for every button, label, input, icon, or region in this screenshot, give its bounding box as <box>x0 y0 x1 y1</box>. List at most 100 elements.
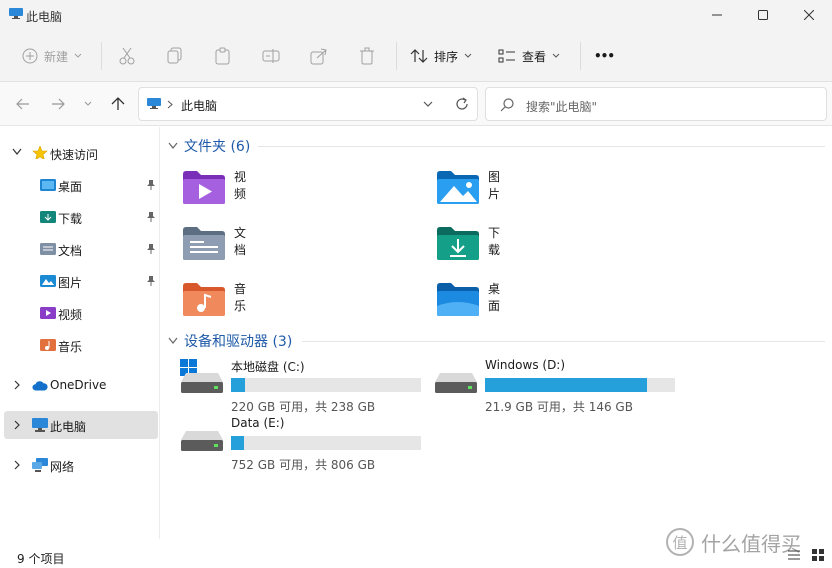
plus-circle-icon <box>22 48 38 64</box>
details-view-icon[interactable] <box>788 549 800 561</box>
sidebar-item-music[interactable]: 音乐 <box>4 331 158 359</box>
folder-label: 音乐 <box>234 282 247 313</box>
sidebar-item-this-pc[interactable]: 此电脑 <box>4 411 158 439</box>
folder-videos[interactable]: 视频 <box>182 168 246 206</box>
minimize-icon <box>712 14 722 16</box>
chevron-down-icon[interactable] <box>12 148 22 156</box>
pin-icon[interactable] <box>146 275 156 287</box>
documents-folder-icon <box>183 227 225 260</box>
new-button[interactable]: 新建 <box>22 39 82 73</box>
hard-drive-icon <box>181 373 223 393</box>
back-button[interactable] <box>13 94 33 114</box>
more-button[interactable]: ••• <box>594 39 615 73</box>
section-divider <box>258 146 825 147</box>
sidebar-item-label: 音乐 <box>58 340 83 354</box>
music-folder-icon <box>40 339 56 351</box>
tiles-view-icon[interactable] <box>812 549 824 561</box>
chevron-down-icon[interactable] <box>423 101 433 108</box>
divider <box>101 42 102 70</box>
search-box[interactable]: 搜索"此电脑" <box>485 87 827 121</box>
monitor-icon <box>32 418 48 432</box>
drive-d[interactable]: Windows (D:) 21.9 GB 可用，共 146 GB <box>432 358 682 418</box>
chevron-right-icon <box>167 100 173 109</box>
folder-documents[interactable]: 文档 <box>182 224 246 262</box>
sidebar-item-network[interactable]: 网络 <box>4 451 158 479</box>
chevron-right-icon[interactable] <box>14 420 20 430</box>
videos-folder-icon <box>183 171 225 204</box>
delete-button[interactable] <box>358 39 376 73</box>
watermark: 值 什么值得买 <box>665 527 801 557</box>
sidebar-item-label: 此电脑 <box>50 420 87 434</box>
videos-folder-icon <box>40 307 56 319</box>
folder-music[interactable]: 音乐 <box>182 280 246 318</box>
cut-button[interactable] <box>118 39 136 73</box>
folder-label: 桌面 <box>488 282 501 313</box>
copy-button[interactable] <box>166 39 184 73</box>
pin-icon[interactable] <box>146 179 156 191</box>
chevron-down-icon <box>84 101 92 106</box>
sidebar-item-onedrive[interactable]: OneDrive <box>4 371 158 399</box>
downloads-folder-icon <box>437 227 479 260</box>
chevron-right-icon[interactable] <box>14 380 20 390</box>
sidebar-item-desktop[interactable]: 桌面 <box>4 171 158 199</box>
drive-capacity-text: 21.9 GB 可用，共 146 GB <box>485 400 633 414</box>
pin-icon[interactable] <box>146 243 156 255</box>
folder-label: 文档 <box>234 226 247 257</box>
sort-icon <box>410 49 428 63</box>
folder-downloads[interactable]: 下载 <box>436 224 500 262</box>
paste-button[interactable] <box>214 39 232 73</box>
section-title: 文件夹 (6) <box>184 139 251 155</box>
view-button[interactable]: 查看 <box>498 39 560 73</box>
view-label: 查看 <box>522 49 547 64</box>
up-button[interactable] <box>108 94 128 114</box>
sidebar-item-documents[interactable]: 文档 <box>4 235 158 263</box>
sidebar-item-label: 桌面 <box>58 180 83 194</box>
drive-name: Data (E:) <box>231 416 285 430</box>
sidebar-item-label: 下载 <box>58 212 83 226</box>
share-button[interactable] <box>310 39 328 73</box>
search-placeholder: 搜索"此电脑" <box>526 100 598 114</box>
arrow-right-icon <box>52 98 65 110</box>
sidebar-item-quick-access[interactable]: 快速访问 <box>4 139 158 167</box>
chevron-down-icon <box>74 53 82 58</box>
sidebar-item-videos[interactable]: 视频 <box>4 299 158 327</box>
close-icon <box>804 10 814 20</box>
section-header-drives[interactable]: 设备和驱动器 (3) <box>168 331 292 351</box>
drive-c[interactable]: 本地磁盘 (C:) 220 GB 可用，共 238 GB <box>178 358 428 418</box>
folder-desktop[interactable]: 桌面 <box>436 280 500 318</box>
navigation-pane: 快速访问 桌面 下载 文档 图片 视频 音乐 OneDrive 此电脑 网络 <box>0 127 160 539</box>
sidebar-item-downloads[interactable]: 下载 <box>4 203 158 231</box>
drive-capacity-text: 220 GB 可用，共 238 GB <box>231 400 376 414</box>
minimize-button[interactable] <box>694 0 740 30</box>
rename-icon <box>262 49 280 63</box>
scissors-icon <box>119 47 135 65</box>
folder-label: 下载 <box>488 226 501 257</box>
search-icon <box>500 98 514 112</box>
forward-button[interactable] <box>48 94 68 114</box>
trash-icon <box>360 47 374 65</box>
rename-button[interactable] <box>262 39 280 73</box>
recent-locations-button[interactable] <box>78 94 98 114</box>
clipboard-icon <box>215 47 230 65</box>
refresh-icon[interactable] <box>455 97 469 111</box>
svg-text:值: 值 <box>672 534 687 552</box>
close-button[interactable] <box>786 0 832 30</box>
pin-icon[interactable] <box>146 211 156 223</box>
hard-drive-icon <box>181 431 223 451</box>
section-header-folders[interactable]: 文件夹 (6) <box>168 136 250 156</box>
sort-button[interactable]: 排序 <box>410 39 472 73</box>
drive-capacity-text: 752 GB 可用，共 806 GB <box>231 458 376 472</box>
chevron-right-icon[interactable] <box>14 460 20 470</box>
maximize-button[interactable] <box>740 0 786 30</box>
drive-e[interactable]: Data (E:) 752 GB 可用，共 806 GB <box>178 416 428 476</box>
sidebar-item-label: 文档 <box>58 244 83 258</box>
item-count: 9 个项目 <box>17 552 65 566</box>
sidebar-item-pictures[interactable]: 图片 <box>4 267 158 295</box>
folder-pictures[interactable]: 图片 <box>436 168 500 206</box>
chevron-down-icon <box>552 53 560 58</box>
pictures-folder-icon <box>40 275 56 287</box>
address-bar[interactable]: 此电脑 <box>138 87 478 121</box>
cloud-icon <box>32 381 48 391</box>
sort-label: 排序 <box>434 49 459 64</box>
monitor-icon <box>9 8 23 19</box>
